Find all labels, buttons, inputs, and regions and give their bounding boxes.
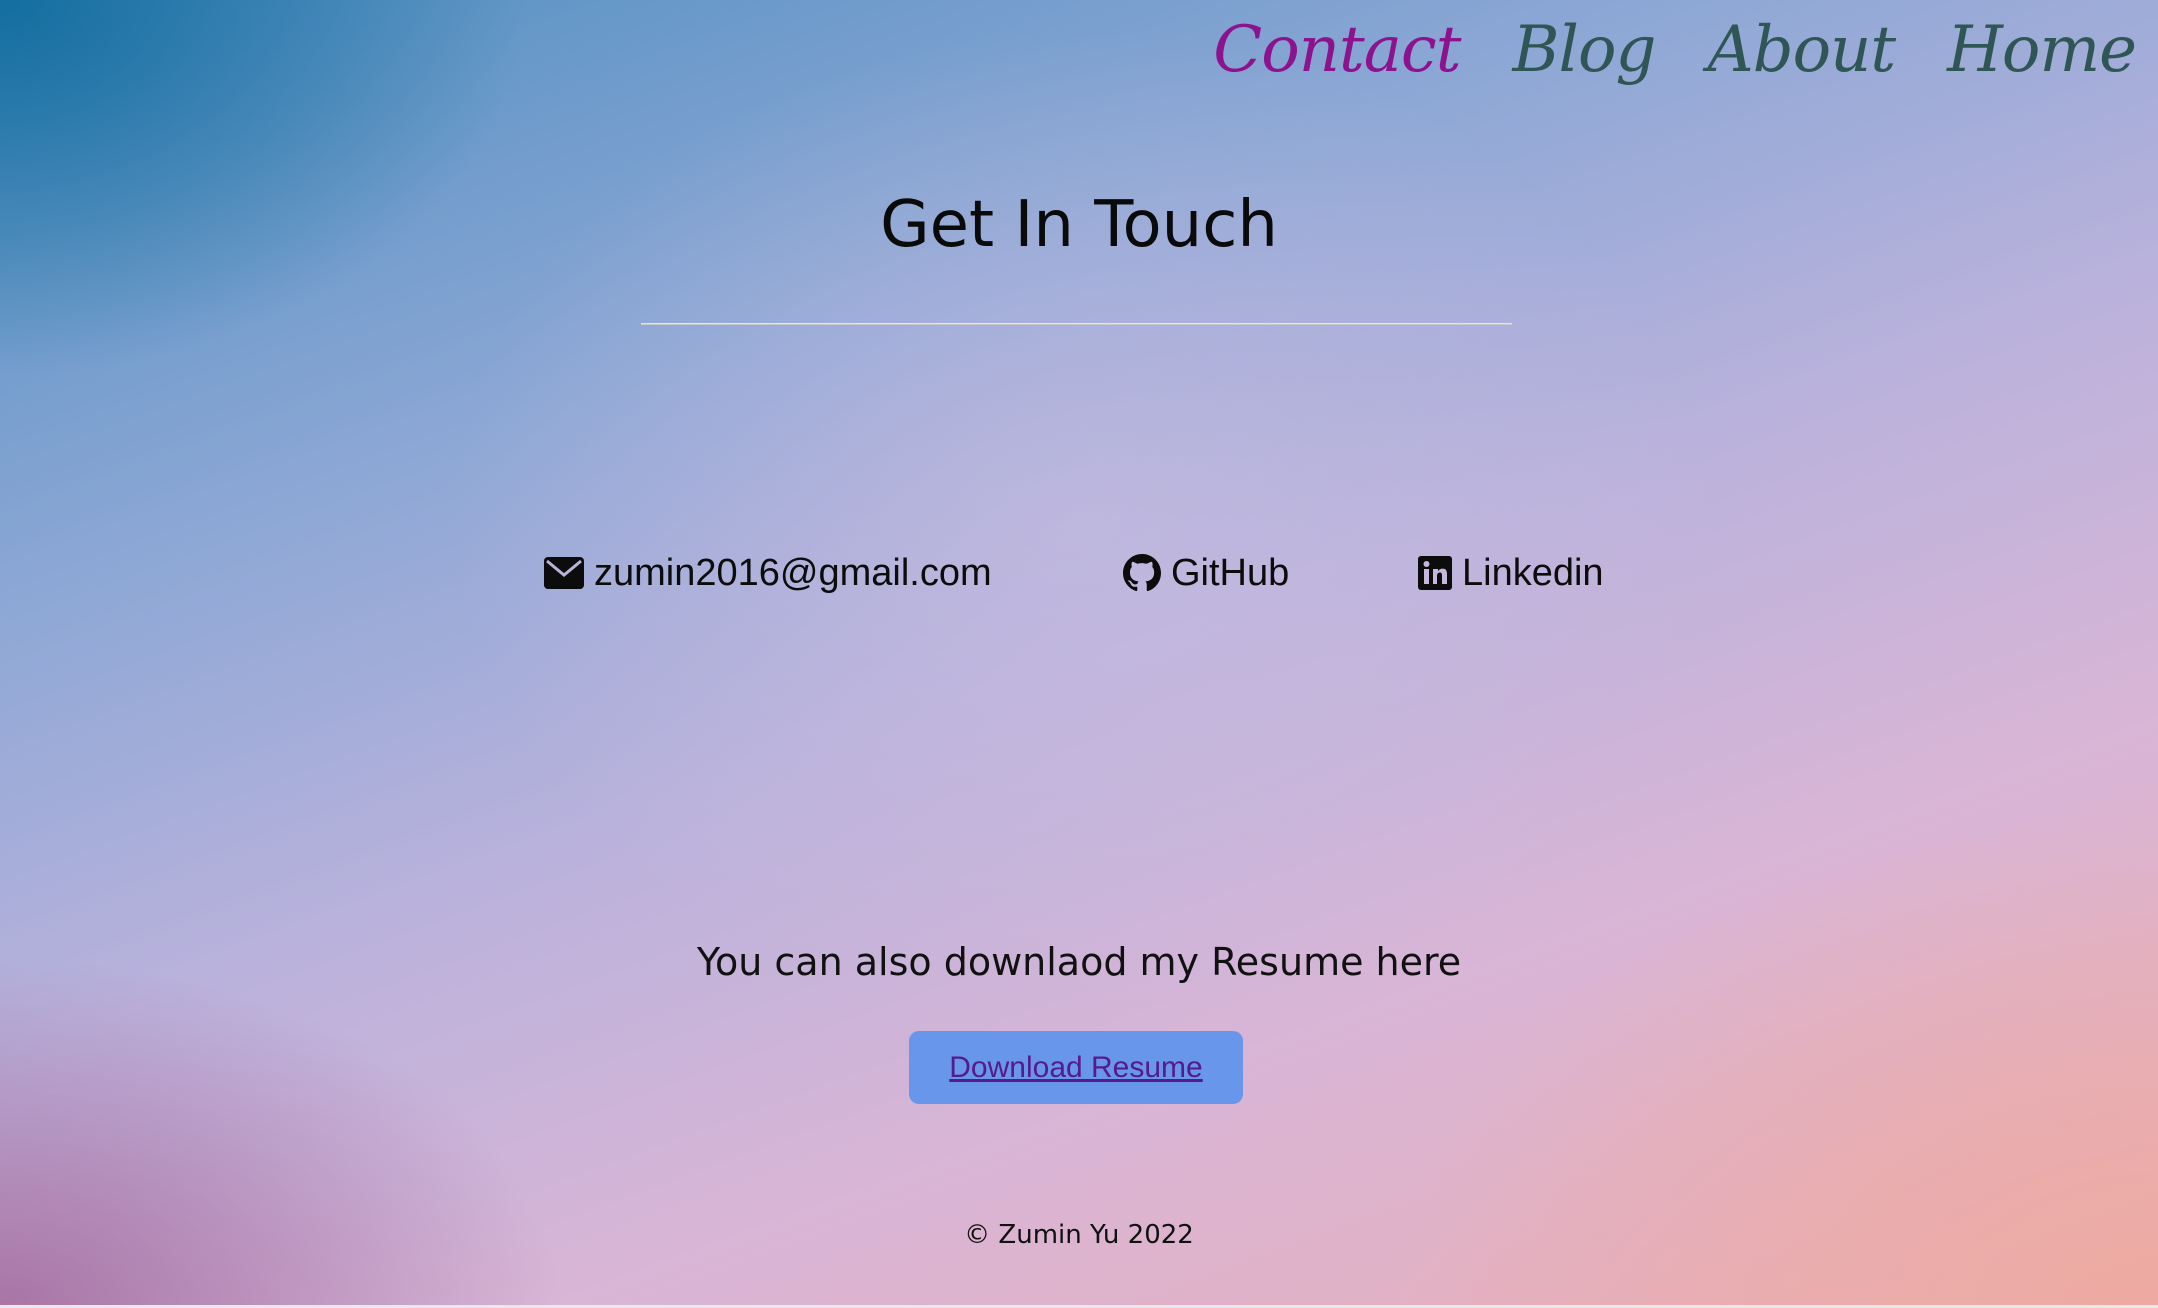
contact-links: zumin2016@gmail.com GitHub Linkedin: [0, 545, 2158, 601]
email-label: zumin2016@gmail.com: [594, 551, 992, 594]
github-link[interactable]: GitHub: [1123, 545, 1289, 601]
top-nav: Contact Blog About Home: [1213, 18, 2137, 82]
github-label: GitHub: [1171, 551, 1290, 594]
resume-prompt: You can also downlaod my Resume here: [696, 940, 1462, 984]
download-resume-button[interactable]: Download Resume: [909, 1031, 1243, 1104]
github-icon: [1123, 554, 1161, 592]
linkedin-link[interactable]: Linkedin: [1418, 545, 1604, 601]
linkedin-icon: [1418, 556, 1452, 590]
nav-blog-link[interactable]: Blog: [1512, 18, 1656, 82]
nav-home-link[interactable]: Home: [1947, 18, 2137, 82]
page-title: Get In Touch: [880, 188, 1278, 262]
nav-about-link[interactable]: About: [1707, 18, 1896, 82]
envelope-icon: [544, 557, 584, 589]
title-divider: [641, 323, 1512, 325]
email-link[interactable]: zumin2016@gmail.com: [544, 545, 992, 601]
footer-copyright: © Zumin Yu 2022: [964, 1220, 1194, 1250]
linkedin-label: Linkedin: [1462, 551, 1604, 594]
nav-contact-link[interactable]: Contact: [1213, 18, 1461, 82]
